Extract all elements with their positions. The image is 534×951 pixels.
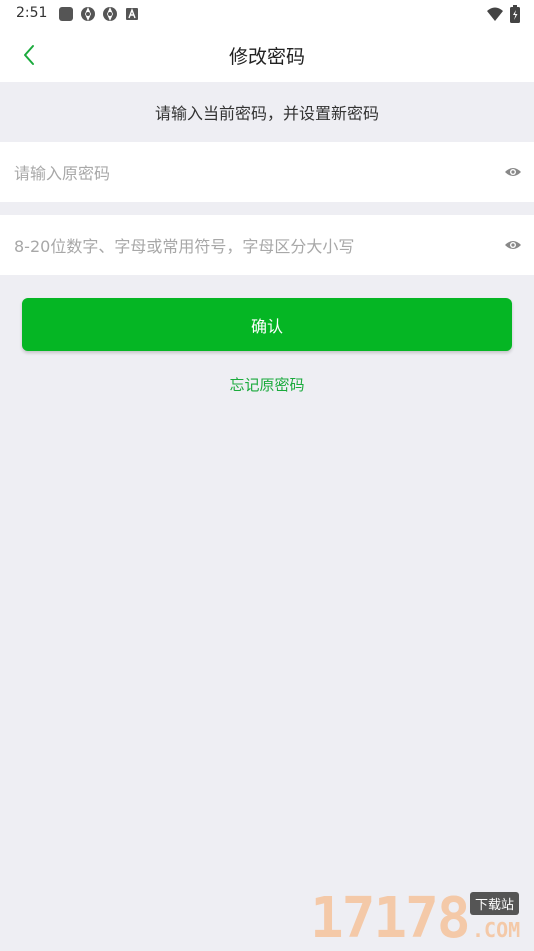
aperture-icon <box>102 6 118 22</box>
navigation-bar: 修改密码 <box>0 28 534 82</box>
confirm-button[interactable]: 确认 <box>22 298 512 351</box>
status-time: 2:51 <box>16 5 48 21</box>
notification-icons <box>58 6 140 22</box>
system-icons <box>486 5 520 27</box>
battery-icon <box>510 5 520 27</box>
page-title: 修改密码 <box>228 46 305 68</box>
eye-icon[interactable] <box>504 237 522 253</box>
old-password-input[interactable] <box>12 142 486 204</box>
a-badge-icon <box>124 6 140 22</box>
new-password-input[interactable] <box>12 215 486 277</box>
new-password-row <box>0 215 534 277</box>
aperture-icon <box>80 6 96 22</box>
watermark-suffix: .COM <box>472 918 521 942</box>
eye-icon[interactable] <box>504 164 522 180</box>
watermark-number: 17178 <box>310 886 471 951</box>
instruction-text: 请输入当前密码，并设置新密码 <box>154 104 379 123</box>
app-square-icon <box>58 6 74 22</box>
old-password-row <box>0 142 534 204</box>
forgot-password-link[interactable]: 忘记原密码 <box>0 374 534 395</box>
wifi-icon <box>486 6 504 26</box>
watermark-badge: 下载站 <box>470 892 520 915</box>
status-bar: 2:51 <box>0 0 534 28</box>
watermark: 17178 下载站 .COM <box>310 888 534 950</box>
